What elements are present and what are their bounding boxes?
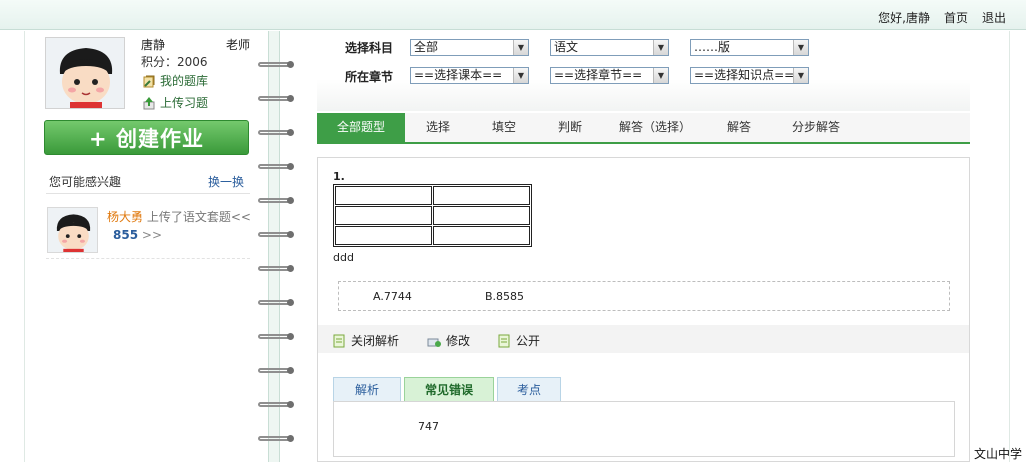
analysis-content: 747 <box>333 401 955 457</box>
public-button[interactable]: 公开 <box>497 332 540 349</box>
divider <box>46 258 250 259</box>
question-card: 1. ddd A.7744 B.8585 关闭解析 修改 公开 解析 常见错误 … <box>317 157 970 462</box>
document-icon <box>497 334 511 348</box>
binder-ring-icon <box>254 196 294 206</box>
textbook-select[interactable]: ==选择课本== ▼ <box>410 67 529 84</box>
binder-ring-icon <box>254 298 294 308</box>
logout-link[interactable]: 退出 <box>982 9 1006 26</box>
subject-select[interactable]: 全部 ▼ <box>410 39 529 56</box>
home-link[interactable]: 首页 <box>944 9 968 26</box>
tab-analysis[interactable]: 解析 <box>333 377 401 402</box>
upload-link[interactable]: 上传习题 <box>142 94 208 111</box>
feed-avatar[interactable] <box>47 207 98 253</box>
question-table <box>333 184 532 247</box>
my-bank-label: 我的题库 <box>160 74 209 88</box>
question-number: 1. <box>333 170 345 183</box>
binder-ring-icon <box>254 60 294 70</box>
table-cell <box>335 186 432 205</box>
swap-link[interactable]: 换一换 <box>208 173 244 190</box>
option-a[interactable]: A.7744 <box>373 290 412 303</box>
chapter-select-value: ==选择章节== <box>554 68 643 82</box>
chevron-down-icon: ▼ <box>513 68 528 83</box>
upload-label: 上传习题 <box>160 96 209 110</box>
binder-ring-icon <box>254 400 294 410</box>
top-bar: 您好,唐静 首页 退出 <box>0 0 1026 30</box>
edit-icon <box>427 334 441 348</box>
divider <box>46 193 250 194</box>
binder-ring-icon <box>254 94 294 104</box>
question-text: ddd <box>333 251 354 264</box>
table-cell <box>433 186 530 205</box>
tab-answer-choice[interactable]: 解答（选择） <box>603 113 707 142</box>
course-select[interactable]: 语文 ▼ <box>550 39 669 56</box>
close-analysis-button[interactable]: 关闭解析 <box>332 332 399 349</box>
analysis-tabs: 解析 常见错误 考点 <box>333 377 561 402</box>
subject-select-value: 全部 <box>414 40 439 54</box>
binder-ring-icon <box>254 162 294 172</box>
binder-ring-icon <box>254 366 294 376</box>
feed-count-link[interactable]: 855 <box>113 228 138 242</box>
analysis-text: 747 <box>418 420 439 433</box>
edit-button[interactable]: 修改 <box>427 332 470 349</box>
upload-icon <box>142 96 156 110</box>
my-bank-link[interactable]: 我的题库 <box>142 72 208 89</box>
user-name: 唐静 <box>141 38 166 52</box>
chevron-down-icon: ▼ <box>793 40 808 55</box>
tab-all-types[interactable]: 全部题型 <box>317 113 405 142</box>
question-bank-icon <box>142 74 156 88</box>
textbook-select-value: ==选择课本== <box>414 68 503 82</box>
tab-fill-blank[interactable]: 填空 <box>471 113 537 142</box>
knowledge-select[interactable]: ==选择知识点== ▼ <box>690 67 809 84</box>
binder-ring-icon <box>254 128 294 138</box>
question-type-tabs: 全部题型 选择 填空 判断 解答（选择） 解答 分步解答 <box>317 113 970 144</box>
version-select-value: ……版 <box>694 40 731 54</box>
option-b[interactable]: B.8585 <box>485 290 524 303</box>
tab-step-answer[interactable]: 分步解答 <box>771 113 861 142</box>
subject-label: 选择科目 <box>345 41 394 55</box>
public-label: 公开 <box>516 334 541 348</box>
table-cell <box>335 206 432 225</box>
tab-judge[interactable]: 判断 <box>537 113 603 142</box>
user-avatar[interactable] <box>45 37 125 109</box>
table-cell <box>433 226 530 245</box>
chevron-down-icon: ▼ <box>793 68 808 83</box>
feed-text: 上传了语文套题<< <box>146 210 251 224</box>
edit-label: 修改 <box>446 334 471 348</box>
create-homework-button[interactable]: + 创建作业 <box>44 120 249 155</box>
school-name: 文山中学 <box>973 447 1022 461</box>
chevron-down-icon: ▼ <box>653 40 668 55</box>
binder-ring-icon <box>254 264 294 274</box>
greeting-link[interactable]: 您好,唐静 <box>878 9 930 26</box>
course-select-value: 语文 <box>554 40 579 54</box>
binder-ring-icon <box>254 332 294 342</box>
feed-more-link[interactable]: >> <box>142 228 162 242</box>
document-icon <box>332 334 346 348</box>
tab-answer[interactable]: 解答 <box>707 113 771 142</box>
feed-item: 杨大勇 上传了语文套题<< 855 >> <box>107 208 252 244</box>
knowledge-select-value: ==选择知识点== <box>694 68 795 82</box>
binder-ring-icon <box>254 434 294 444</box>
tab-choice[interactable]: 选择 <box>405 113 471 142</box>
chevron-down-icon: ▼ <box>513 40 528 55</box>
table-cell <box>433 206 530 225</box>
question-actions: 关闭解析 修改 公开 <box>318 325 969 353</box>
version-select[interactable]: ……版 ▼ <box>690 39 809 56</box>
table-cell <box>335 226 432 245</box>
user-points: 积分：2006 <box>141 55 208 69</box>
chapter-select[interactable]: ==选择章节== ▼ <box>550 67 669 84</box>
top-links: 您好,唐静 首页 退出 <box>878 9 1006 26</box>
interest-title: 您可能感兴趣 <box>49 175 122 189</box>
tab-common-errors[interactable]: 常见错误 <box>404 377 494 402</box>
chevron-down-icon: ▼ <box>653 68 668 83</box>
user-role: 老师 <box>226 38 251 52</box>
feed-user-link[interactable]: 杨大勇 <box>107 210 143 224</box>
close-analysis-label: 关闭解析 <box>351 334 400 348</box>
binder-ring-icon <box>254 230 294 240</box>
chapter-label: 所在章节 <box>345 70 394 84</box>
answer-options: A.7744 B.8585 <box>338 281 950 311</box>
tab-knowledge-points[interactable]: 考点 <box>497 377 561 402</box>
